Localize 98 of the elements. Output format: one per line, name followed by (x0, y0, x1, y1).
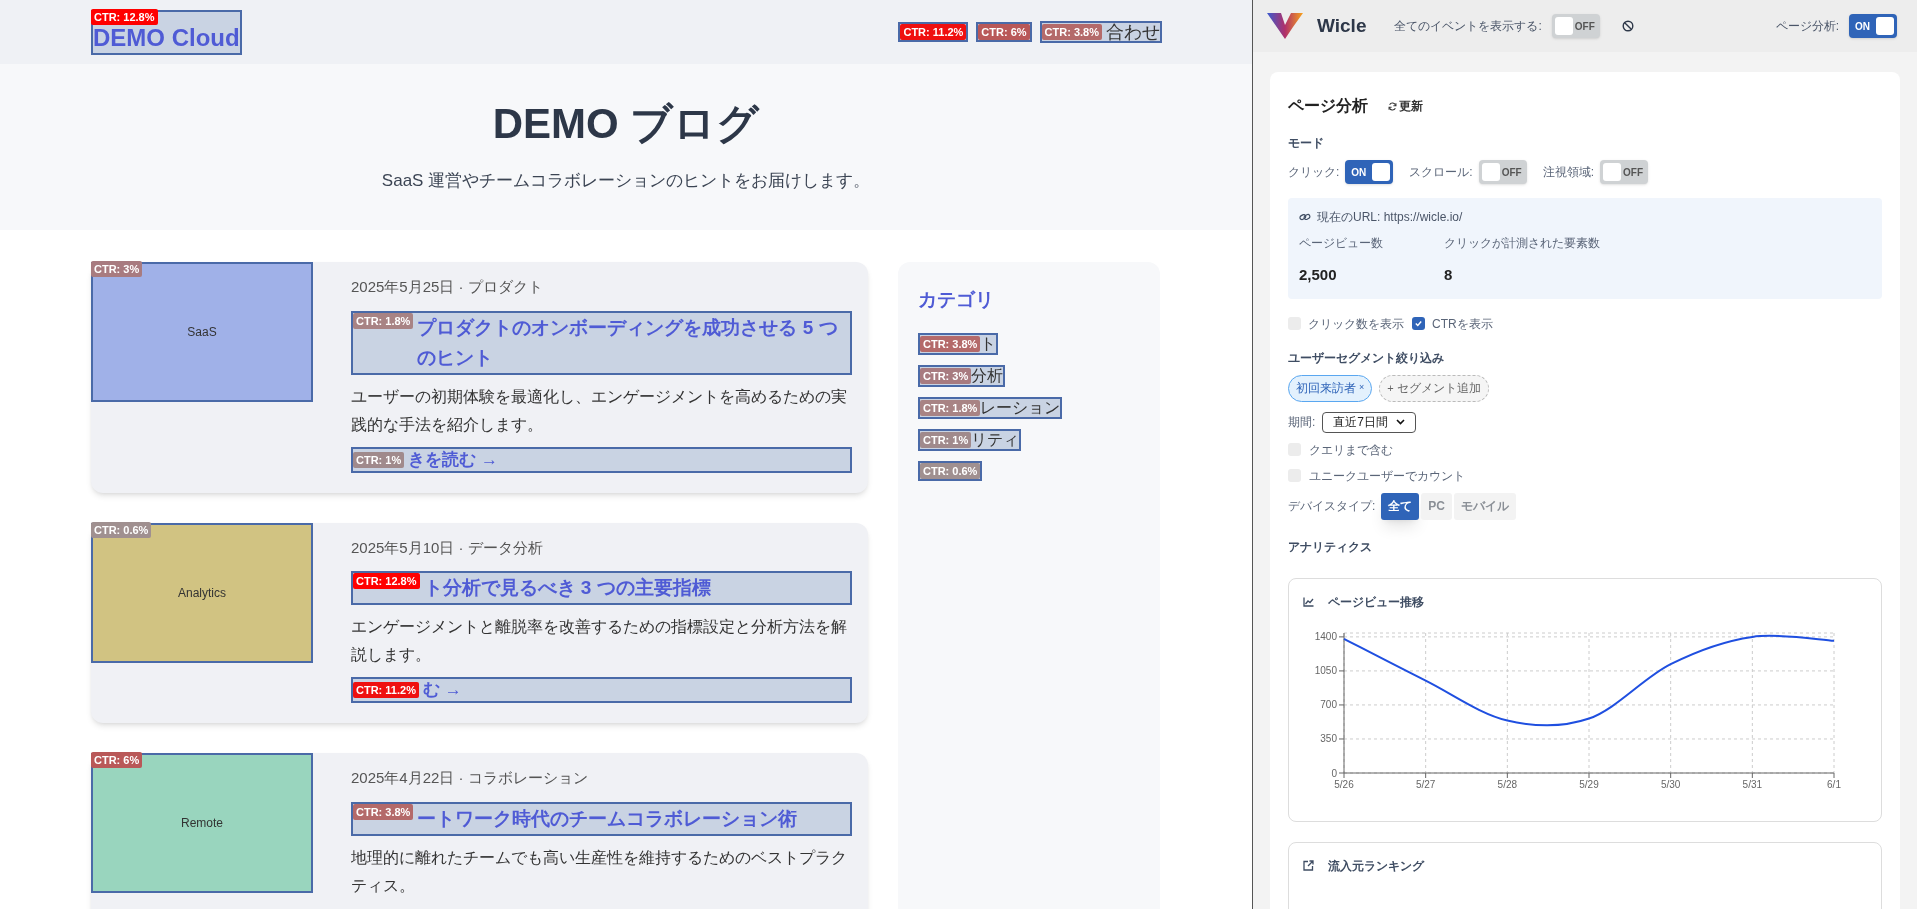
link-icon (1299, 212, 1311, 222)
nav-link[interactable]: CTR: 3.8% 合わせ (1039, 21, 1162, 43)
ctr-badge: CTR: 1.8% (353, 312, 414, 329)
article-title-link[interactable]: CTR: 3.8% ートワーク時代のチームコラボレーション術 (351, 801, 852, 836)
axis-label: 5/28 (1497, 778, 1518, 790)
section-heading: ユーザーセグメント絞り込み (1288, 349, 1445, 367)
nav-link[interactable]: CTR: 11.2% (898, 22, 969, 42)
toggle-switch[interactable]: OFF (1478, 160, 1527, 184)
nav-link[interactable]: CTR: 6% (976, 22, 1032, 42)
period-select[interactable]: 直近7日間 (1322, 411, 1417, 433)
ctr-badge: CTR: 12.8% (91, 8, 158, 25)
add-segment-button[interactable]: + セグメント追加 (1379, 374, 1489, 402)
ctr-badge: CTR: 3.8% (920, 335, 981, 352)
logo-icon (1267, 13, 1303, 39)
sidebar-title: カテゴリ (918, 288, 994, 312)
toggle-switch[interactable]: ON (1345, 160, 1394, 184)
article-meta: 2025年5月10日 · データ分析 (351, 537, 544, 558)
field-label: デバイスタイプ: (1288, 498, 1376, 515)
check-icon (1414, 319, 1423, 328)
ctr-badge: CTR: 1% (353, 451, 405, 468)
field-label: 期間: (1288, 414, 1316, 431)
axis-label: 0 (1331, 767, 1337, 778)
caret-icon (1396, 419, 1406, 425)
stat-label: クリックが計測された要素数 (1444, 235, 1600, 252)
ctr-badge: CTR: 6% (91, 752, 143, 768)
toggle-label: クリック: (1288, 164, 1340, 181)
axis-label: 5/27 (1415, 778, 1436, 790)
segment-chip[interactable]: 初回来訪者 × (1288, 374, 1373, 402)
current-url: 現在のURL: https://wicle.io/ (1317, 209, 1463, 226)
ctr-badge: CTR: 3% (920, 367, 972, 384)
card-title: 流入元ランキング (1328, 857, 1424, 875)
chart-title: ページビュー推移 (1328, 593, 1424, 611)
device-tab[interactable]: 全て (1381, 492, 1420, 520)
ctr-badge: CTR: 3.8% (353, 803, 414, 820)
article-title-link[interactable]: CTR: 1.8% プロダクトのオンボーディングを成功させる 5 つのヒント (351, 310, 852, 375)
ctr-badge: CTR: 11.2% (353, 682, 419, 698)
logo-link[interactable]: CTR: 12.8% DEMO Cloud (91, 9, 242, 55)
refresh-icon (1388, 101, 1397, 111)
checkbox-label: クリック数を表示 (1308, 315, 1404, 333)
axis-label: 5/31 (1742, 778, 1763, 790)
section-heading: アナリティクス (1288, 538, 1373, 556)
device-tab[interactable]: モバイル (1454, 492, 1516, 520)
article-excerpt: ユーザーの初期体験を最適化し、エンゲージメントを高めるための実践的な手法を紹介します。 (351, 386, 848, 435)
page-title: DEMO ブログ (492, 100, 760, 149)
remove-icon[interactable]: × (1359, 381, 1365, 395)
ctr-badge: CTR: 3.8% (1041, 24, 1102, 40)
refresh-button[interactable]: 更新 (1388, 97, 1423, 115)
stat-value: 8 (1444, 265, 1454, 285)
axis-label: 700 (1320, 698, 1337, 710)
category-link[interactable]: CTR: 1.8% レーション (918, 396, 1063, 419)
line-chart-icon (1303, 596, 1314, 607)
panel-title: ページ分析 (1288, 96, 1368, 116)
category-link[interactable]: CTR: 3% 分析 (918, 364, 1006, 387)
ctr-badge: CTR: 1.8% (920, 399, 981, 416)
ctr-badge: CTR: 0.6% (91, 521, 152, 538)
article-excerpt: 地理的に離れたチームでも高い生産性を維持するためのベストプラクティス。 (351, 847, 848, 896)
toggle-label: ページ分析: (1775, 18, 1839, 35)
ctr-badge: CTR: 12.8% (353, 573, 420, 589)
toggle-switch[interactable]: ON (1849, 14, 1897, 38)
toggle-switch[interactable]: OFF (1551, 14, 1600, 38)
ctr-badge: CTR: 1% (920, 431, 972, 448)
article-meta: 2025年4月22日 · コラボレーション (351, 768, 589, 788)
page-subtitle: SaaS 運営やチームコラボレーションのヒントをお届けします。 (381, 170, 871, 193)
article-title-link[interactable]: CTR: 12.8% ト分析で見るべき 3 つの主要指標 (351, 571, 852, 605)
block-icon[interactable] (1621, 20, 1634, 32)
category-link[interactable]: CTR: 3.8% ト (918, 332, 999, 355)
stat-value: 2,500 (1299, 265, 1338, 285)
brand-name: Wicle (1317, 13, 1367, 38)
axis-label: 5/30 (1660, 778, 1681, 790)
axis-label: 1400 (1314, 630, 1337, 642)
axis-label: 5/26 (1334, 778, 1354, 790)
article-excerpt: エンゲージメントと離脱率を改善するための指標設定と分析方法を解説します。 (351, 617, 848, 665)
toggle-label: 注視領域: (1542, 164, 1595, 181)
external-link-icon (1303, 860, 1314, 871)
ctr-badge: CTR: 3% (91, 261, 143, 277)
category-link[interactable]: CTR: 1% リティ (918, 428, 1022, 451)
axis-label: 6/1 (1827, 778, 1841, 790)
axis-label: 350 (1320, 732, 1337, 744)
read-more-link[interactable]: CTR: 1% きを読む → (351, 446, 852, 473)
checkbox-label: CTRを表示 (1432, 315, 1493, 333)
section-heading: モード (1288, 135, 1325, 152)
category-link[interactable]: CTR: 0.6% (918, 460, 983, 481)
axis-label: 5/29 (1579, 778, 1599, 790)
checkbox-label: ユニークユーザーでカウント (1309, 467, 1465, 485)
image-label: Analytics (178, 584, 226, 602)
plus-icon: + (1387, 379, 1394, 397)
article-meta: 2025年5月25日 · プロダクト (351, 277, 544, 297)
device-tab[interactable]: PC (1421, 492, 1452, 520)
image-label: SaaS (187, 324, 217, 341)
checkbox[interactable] (1412, 317, 1425, 330)
toggle-switch[interactable]: OFF (1600, 160, 1649, 184)
checkbox-label: クエリまで含む (1309, 441, 1393, 459)
image-label: Remote (181, 815, 223, 832)
toggle-label: 全てのイベントを表示する: (1394, 18, 1542, 35)
axis-label: 1050 (1314, 664, 1337, 676)
read-more-link[interactable]: CTR: 11.2% む → (351, 677, 852, 703)
stat-label: ページビュー数 (1299, 235, 1384, 252)
toggle-label: スクロール: (1409, 164, 1473, 181)
